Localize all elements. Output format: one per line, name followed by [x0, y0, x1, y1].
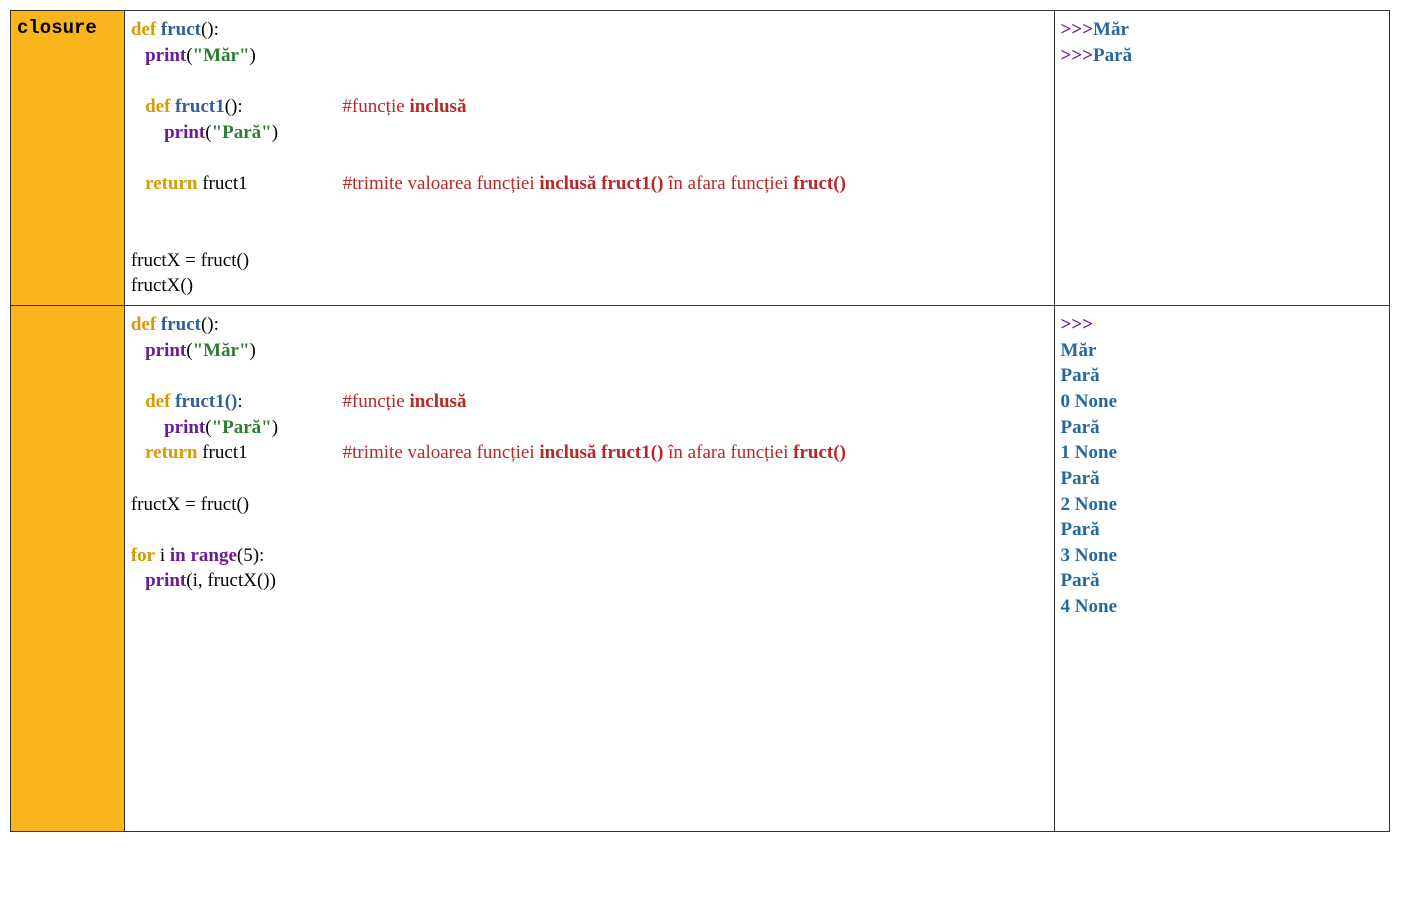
fn-fruct1: fruct1 [175, 96, 225, 117]
print-args: (i, fructX()) [186, 570, 276, 591]
ret-target: fruct1 [197, 173, 247, 194]
fn-fruct1: fruct1 [175, 391, 225, 412]
kw-in: in [170, 545, 186, 566]
code-cell: def fruct(): print("Măr") def fruct1(): … [124, 306, 1054, 832]
prompt: >>> [1061, 314, 1093, 335]
comment: #trimite valoarea funcției [343, 173, 540, 194]
comment-bold: fruct() [793, 173, 846, 194]
kw-def: def [131, 314, 156, 335]
out-line: Măr [1093, 19, 1129, 40]
ret-target: fruct1 [197, 442, 247, 463]
comment: în afara funcției [663, 442, 793, 463]
comment: în afara funcției [663, 173, 793, 194]
out-line: 4 None [1061, 596, 1117, 617]
comment: #trimite valoarea funcției [343, 442, 540, 463]
prompt: >>> [1061, 45, 1093, 66]
call: fructX() [131, 275, 193, 296]
builtin-print: print [145, 570, 186, 591]
comment-bold: inclusă [409, 96, 466, 117]
comment-bold: inclusă fruct1() [539, 173, 663, 194]
comment-bold: inclusă fruct1() [539, 442, 663, 463]
kw-def: def [131, 19, 156, 40]
builtin-print: print [145, 45, 186, 66]
builtin-print: print [145, 340, 186, 361]
kw-return: return [145, 173, 197, 194]
out-line: 0 None [1061, 391, 1117, 412]
parens: (): [201, 314, 219, 335]
row-label-closure: closure [11, 11, 125, 306]
fn-fruct: fruct [161, 19, 201, 40]
comment: #funcție [342, 96, 409, 117]
out-line: Pară [1093, 45, 1132, 66]
builtin-range: range [190, 545, 236, 566]
num-5: 5 [243, 545, 253, 566]
output-cell: >>>Măr >>>Pară [1054, 11, 1389, 306]
fn-fruct: fruct [161, 314, 201, 335]
comment-bold: inclusă [409, 391, 466, 412]
str-mar: "Măr" [193, 45, 250, 66]
out-line: 3 None [1061, 545, 1117, 566]
code-cell: def fruct(): print("Măr") def fruct1(): … [124, 11, 1054, 306]
str-mar: "Măr" [193, 340, 250, 361]
comment: #funcție [342, 391, 409, 412]
str-para: "Pară" [212, 417, 272, 438]
str-para: "Pară" [212, 122, 272, 143]
out-line: Pară [1061, 519, 1100, 540]
colon: : [237, 391, 242, 412]
out-line: Pară [1061, 468, 1100, 489]
p-close: ) [272, 122, 278, 143]
parens: (): [201, 19, 219, 40]
p-close: ) [250, 45, 256, 66]
assign: fructX = fruct() [131, 494, 249, 515]
loop-close: ): [253, 545, 265, 566]
kw-return: return [145, 442, 197, 463]
out-line: Pară [1061, 417, 1100, 438]
out-line: Măr [1061, 340, 1097, 361]
kw-def: def [145, 96, 170, 117]
assign: fructX = fruct() [131, 250, 249, 271]
out-line: Pară [1061, 570, 1100, 591]
builtin-print: print [164, 122, 205, 143]
output-cell: >>> Măr Pară 0 None Pară 1 None Pară 2 N… [1054, 306, 1389, 832]
label-text: closure [17, 17, 97, 39]
table-row: def fruct(): print("Măr") def fruct1(): … [11, 306, 1390, 832]
p-close: ) [272, 417, 278, 438]
table-row: closure def fruct(): print("Măr") def fr… [11, 11, 1390, 306]
out-line: 1 None [1061, 442, 1117, 463]
row-label-empty [11, 306, 125, 832]
out-line: Pară [1061, 365, 1100, 386]
examples-table: closure def fruct(): print("Măr") def fr… [10, 10, 1390, 832]
var-i: i [155, 545, 170, 566]
parens: (): [225, 96, 243, 117]
kw-def: def [145, 391, 170, 412]
out-line: 2 None [1061, 494, 1117, 515]
parens1: () [225, 391, 238, 412]
prompt: >>> [1061, 19, 1093, 40]
builtin-print: print [164, 417, 205, 438]
comment-bold: fruct() [793, 442, 846, 463]
p-close: ) [250, 340, 256, 361]
kw-for: for [131, 545, 155, 566]
